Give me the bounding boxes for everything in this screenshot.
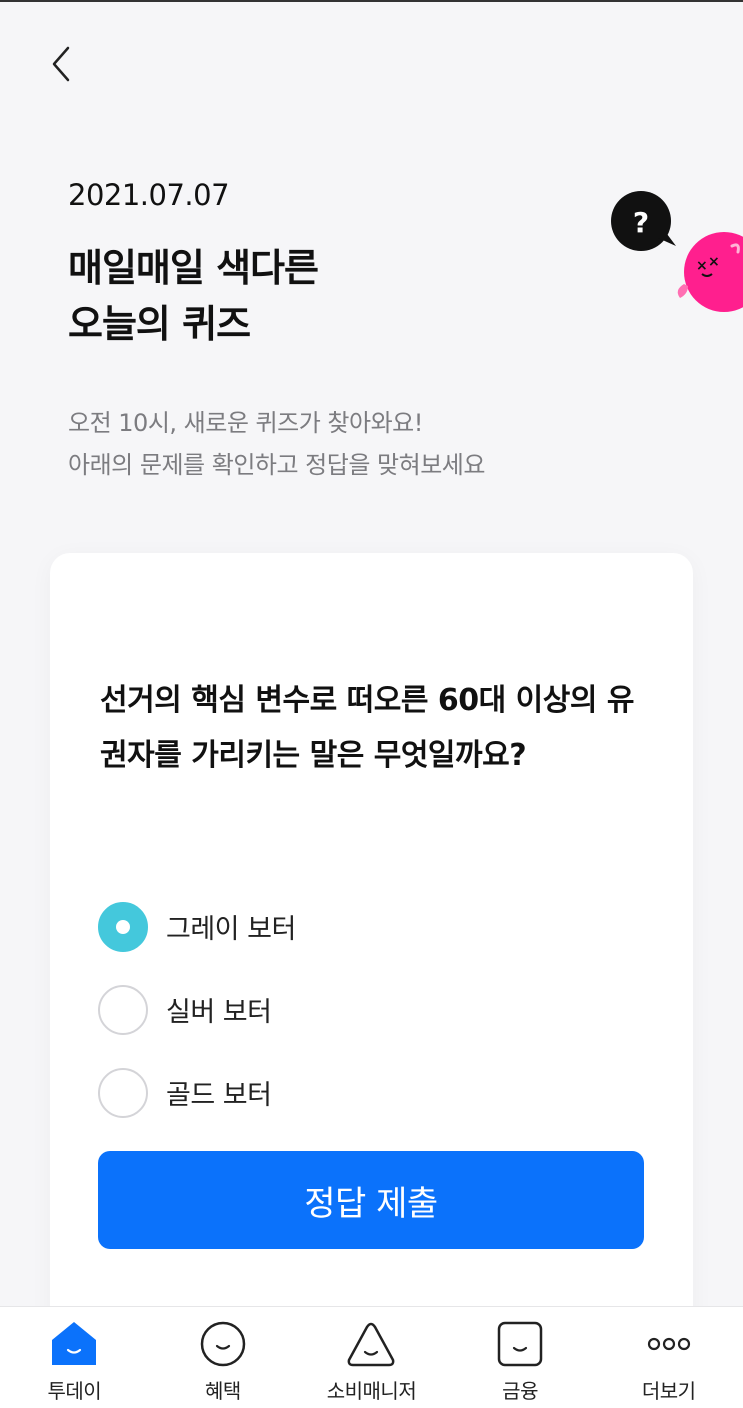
tab-spending-manager[interactable]: 소비매니저 bbox=[297, 1307, 446, 1408]
radio-button[interactable] bbox=[98, 1067, 148, 1118]
svg-text:×: × bbox=[708, 254, 720, 270]
smile-square-icon bbox=[494, 1319, 546, 1369]
answer-option-silver-voter[interactable]: 실버 보터 bbox=[98, 968, 296, 1051]
page-title: 매일매일 색다른 오늘의 퀴즈 bbox=[68, 240, 319, 352]
question-bubble-icon: ? bbox=[611, 191, 676, 251]
submit-answer-button[interactable]: 정답 제출 bbox=[98, 1151, 644, 1249]
tab-label: 혜택 bbox=[204, 1379, 241, 1403]
subtitle-line: 오전 10시, 새로운 퀴즈가 찾아와요! bbox=[68, 409, 423, 437]
tab-label: 금융 bbox=[502, 1379, 538, 1403]
quiz-mascot-illustration: ? × × bbox=[611, 191, 743, 312]
quiz-date: 2021.07.07 bbox=[68, 178, 230, 212]
smile-circle-icon bbox=[197, 1319, 249, 1369]
tab-label: 더보기 bbox=[641, 1379, 696, 1403]
status-divider bbox=[0, 0, 743, 2]
tab-label: 투데이 bbox=[47, 1379, 102, 1403]
tab-today[interactable]: 투데이 bbox=[0, 1307, 149, 1408]
question-mark: ? bbox=[633, 206, 649, 239]
home-icon bbox=[48, 1319, 100, 1369]
tab-label: 소비매니저 bbox=[326, 1379, 417, 1403]
answer-options: 그레이 보터 실버 보터 골드 보터 bbox=[98, 885, 296, 1134]
mascot-character-icon: × × bbox=[677, 232, 743, 312]
subtitle-line: 아래의 문제를 확인하고 정답을 맞혀보세요 bbox=[68, 451, 485, 479]
answer-option-gray-voter[interactable]: 그레이 보터 bbox=[98, 885, 296, 968]
option-label: 그레이 보터 bbox=[166, 914, 296, 945]
radio-button[interactable] bbox=[98, 984, 148, 1035]
back-button[interactable] bbox=[50, 40, 90, 88]
quiz-question: 선거의 핵심 변수로 떠오른 60대 이상의 유권자를 가리키는 말은 무엇일까… bbox=[100, 683, 635, 773]
bottom-tab-bar: 투데이 혜택 소비매니저 금융 더보기 bbox=[0, 1306, 743, 1408]
option-label: 실버 보터 bbox=[166, 997, 272, 1028]
tab-benefits[interactable]: 혜택 bbox=[149, 1307, 298, 1408]
radio-dot bbox=[116, 919, 130, 934]
answer-option-gold-voter[interactable]: 골드 보터 bbox=[98, 1051, 296, 1134]
more-dots-icon bbox=[643, 1319, 695, 1369]
chevron-left-icon bbox=[52, 46, 70, 82]
radio-button-selected[interactable] bbox=[98, 901, 148, 952]
quiz-card: 선거의 핵심 변수로 떠오른 60대 이상의 유권자를 가리키는 말은 무엇일까… bbox=[50, 553, 693, 1333]
svg-text:×: × bbox=[696, 258, 708, 274]
option-label: 골드 보터 bbox=[166, 1080, 272, 1111]
tab-finance[interactable]: 금융 bbox=[446, 1307, 595, 1408]
page-title-line: 오늘의 퀴즈 bbox=[68, 302, 251, 346]
page-subtitle: 오전 10시, 새로운 퀴즈가 찾아와요! 아래의 문제를 확인하고 정답을 맞… bbox=[68, 402, 485, 486]
tab-more[interactable]: 더보기 bbox=[594, 1307, 743, 1408]
smile-triangle-icon bbox=[345, 1319, 397, 1369]
page-title-line: 매일매일 색다른 bbox=[68, 246, 319, 290]
